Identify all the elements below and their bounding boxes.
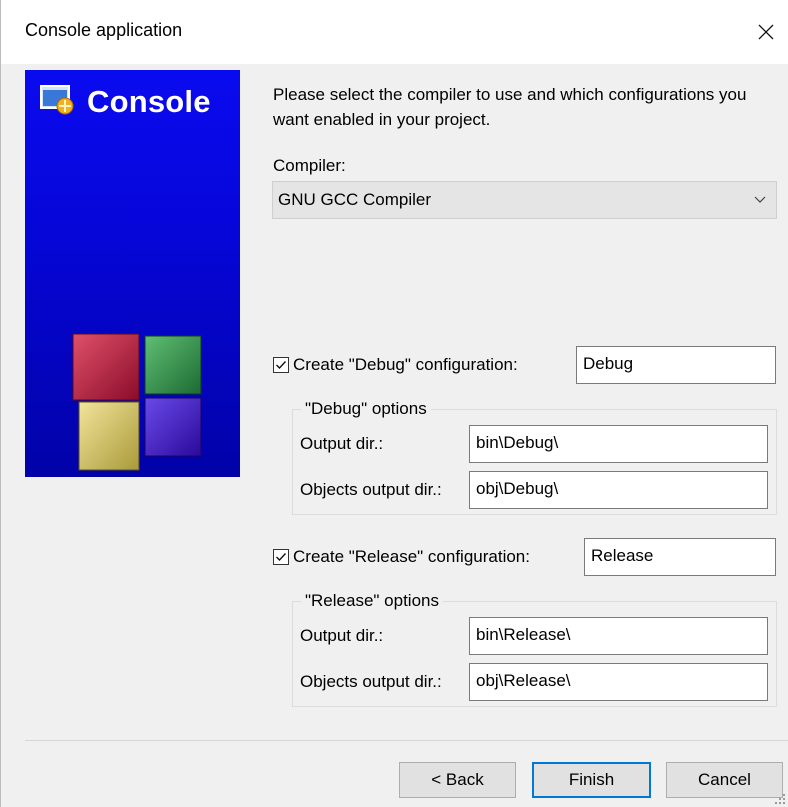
chevron-down-icon xyxy=(754,196,766,203)
debug-checkbox[interactable] xyxy=(273,357,289,373)
resize-grip-icon[interactable] xyxy=(774,793,786,805)
compiler-select[interactable]: GNU GCC Compiler xyxy=(272,181,777,219)
debug-checkbox-row[interactable]: Create "Debug" configuration: xyxy=(273,355,518,375)
debug-name-input[interactable]: Debug xyxy=(576,346,776,384)
release-checkbox-row[interactable]: Create "Release" configuration: xyxy=(273,547,530,567)
finish-button[interactable]: Finish xyxy=(532,762,651,798)
footer-separator xyxy=(25,740,788,741)
release-objects-dir-label: Objects output dir.: xyxy=(300,672,442,691)
release-name-input[interactable]: Release xyxy=(584,538,776,576)
checkmark-icon xyxy=(276,361,287,370)
wizard-banner: Console xyxy=(25,70,240,477)
debug-output-dir-label: Output dir.: xyxy=(300,434,384,453)
cancel-button[interactable]: Cancel xyxy=(666,762,783,798)
debug-objects-dir-label: Objects output dir.: xyxy=(300,480,442,499)
release-checkbox[interactable] xyxy=(273,549,289,565)
cubes-logo-icon xyxy=(72,333,202,471)
dialog-window: Console application Console Please selec… xyxy=(0,0,788,807)
window-title: Console application xyxy=(25,20,183,40)
release-group-title: "Release" options xyxy=(301,591,443,611)
release-objects-dir-input[interactable]: obj\Release\ xyxy=(469,663,768,701)
debug-checkbox-label: Create "Debug" configuration: xyxy=(293,355,518,374)
banner-title: Console xyxy=(87,84,211,119)
intro-text: Please select the compiler to use and wh… xyxy=(273,85,747,129)
close-button[interactable] xyxy=(743,12,788,52)
debug-objects-dir-input[interactable]: obj\Debug\ xyxy=(469,471,768,509)
release-output-dir-input[interactable]: bin\Release\ xyxy=(469,617,768,655)
title-bar: Console application xyxy=(1,0,788,64)
checkmark-icon xyxy=(276,553,287,562)
compiler-select-value: GNU GCC Compiler xyxy=(278,190,432,209)
back-button[interactable]: < Back xyxy=(399,762,516,798)
release-output-dir-label: Output dir.: xyxy=(300,626,384,645)
debug-group-title: "Debug" options xyxy=(301,399,431,419)
release-checkbox-label: Create "Release" configuration: xyxy=(293,547,530,566)
close-icon xyxy=(758,24,774,40)
debug-output-dir-input[interactable]: bin\Debug\ xyxy=(469,425,768,463)
console-logo-icon xyxy=(40,85,74,115)
compiler-label: Compiler: xyxy=(273,156,346,175)
